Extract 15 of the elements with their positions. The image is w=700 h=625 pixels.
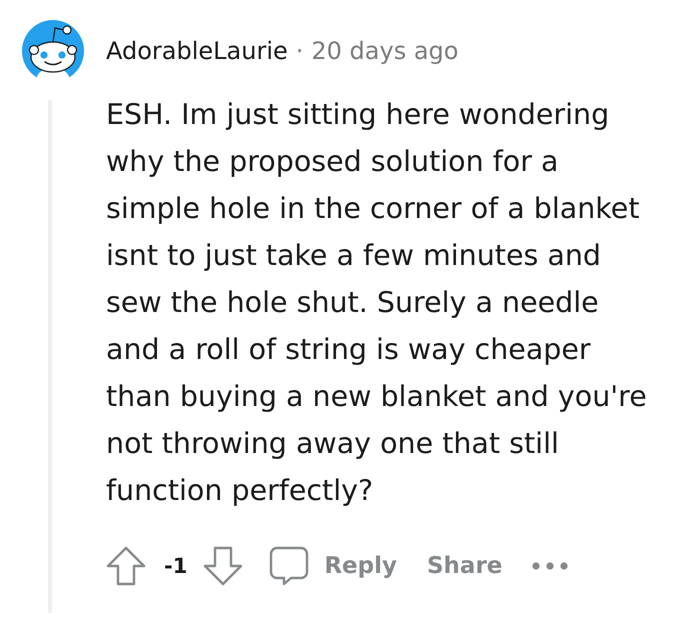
upvote-button[interactable] bbox=[106, 546, 146, 586]
share-button[interactable]: Share bbox=[426, 553, 502, 579]
reply-button[interactable]: Reply bbox=[269, 546, 397, 586]
upvote-icon bbox=[106, 546, 146, 586]
downvote-icon bbox=[203, 546, 244, 586]
author-link[interactable]: AdorableLaurie bbox=[106, 36, 288, 66]
vote-score: -1 bbox=[164, 554, 188, 578]
separator-dot: · bbox=[296, 36, 304, 66]
avatar-icon[interactable] bbox=[22, 20, 84, 82]
downvote-button[interactable] bbox=[203, 546, 244, 586]
comment-time: 20 days ago bbox=[311, 36, 458, 66]
more-button[interactable] bbox=[532, 562, 568, 570]
comment-icon bbox=[269, 546, 310, 586]
more-icon bbox=[532, 562, 568, 570]
comment-text: ESH. Im just sitting here wondering why the proposed solution for a simple hole in the corner of a blanket isnt to just take a few minutes and sew the hole shut. Surely a needle and a roll of string is way cheaper than buying a new blanket and you're not throwing away one that still function perfectly? bbox=[106, 97, 648, 509]
